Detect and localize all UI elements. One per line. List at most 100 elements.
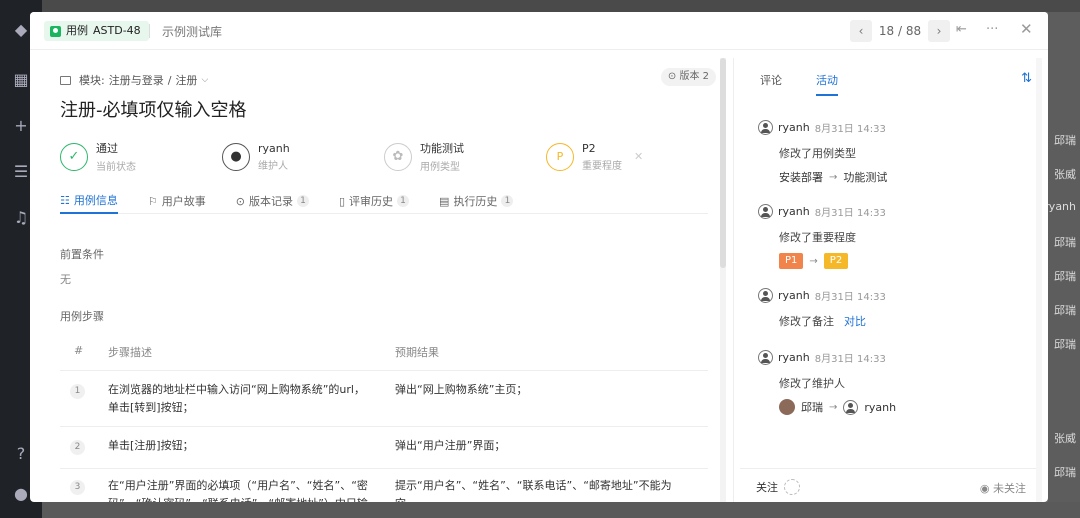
case-title[interactable]: 注册-必填项仅输入空格 [60, 96, 247, 122]
activity-action: 修改了备注 [779, 315, 834, 328]
bg-cell: ryanh [1044, 200, 1076, 213]
compare-link[interactable]: 对比 [844, 315, 866, 328]
apps-icon[interactable]: ▦ [11, 70, 31, 90]
activity-user[interactable]: ryanh [778, 289, 810, 302]
list-icon[interactable]: ☰ [11, 162, 31, 182]
bell-icon[interactable]: ♫ [11, 208, 31, 228]
breadcrumb: 模块: 注册与登录 / 注册 ⌵ [60, 72, 208, 88]
bg-cell: 邱瑞 [1054, 466, 1076, 479]
watch-toggle[interactable]: ◉ 未关注 [980, 480, 1026, 496]
table-icon: ▤ [439, 194, 450, 208]
scrollbar-thumb[interactable] [720, 58, 726, 268]
to-value: ryanh [864, 400, 897, 414]
activity-item: ryanh 8月31日 14:33 修改了重要程度 P1 → P2 [758, 204, 886, 269]
prop-label: 用例类型 [420, 162, 460, 173]
library-name[interactable]: 示例测试库 [162, 23, 222, 40]
crumb-prefix: 模块: [79, 74, 105, 87]
bg-cell: 邱瑞 [1054, 304, 1076, 317]
tab-case-info[interactable]: ☷ 用例信息 [60, 188, 118, 214]
user-icon: ● [222, 142, 250, 171]
collapse-icon[interactable]: ⇤ [956, 22, 967, 37]
chevron-right-icon[interactable]: › [928, 20, 950, 42]
list-icon: ☷ [60, 193, 70, 207]
more-icon[interactable]: ··· [986, 22, 998, 37]
close-icon[interactable]: ✕ [1020, 20, 1033, 38]
case-tag-label: 用例 [66, 24, 88, 37]
step-result[interactable]: 弹出“网上购物系统”主页； [395, 381, 675, 399]
tab-reviews[interactable]: ▯ 评审历史 1 [339, 188, 410, 214]
priority-icon: P [546, 142, 574, 171]
precondition-label: 前置条件 [60, 248, 104, 261]
clear-icon[interactable]: ✕ [634, 150, 643, 163]
avatar-icon[interactable]: ● [11, 484, 31, 504]
user-icon [843, 399, 859, 415]
col-result: 预期结果 [395, 346, 439, 359]
crumb-leaf[interactable]: 注册 [175, 72, 197, 88]
prop-maintainer[interactable]: ● ryanh 维护人 [222, 140, 384, 173]
prop-label: 重要程度 [582, 160, 622, 172]
prop-value: 功能测试 [420, 142, 464, 155]
tab-count: 1 [397, 195, 410, 207]
version-badge[interactable]: ⊙ 版本 2 [660, 68, 716, 86]
version-icon: ⊙ [235, 194, 245, 208]
priority-badge-to: P2 [823, 253, 849, 269]
scrollbar[interactable] [720, 58, 726, 502]
app-footer [42, 502, 1080, 518]
activity-action: 修改了用例类型 [779, 147, 856, 160]
prop-priority[interactable]: P P2 重要程度 ✕ [546, 140, 656, 173]
activity-tabs: 评论 活动 [760, 72, 838, 96]
pager: ‹ 18 / 88 › [850, 20, 950, 42]
chevron-left-icon[interactable]: ‹ [850, 20, 872, 42]
user-icon [758, 204, 773, 219]
bg-cell: 邱瑞 [1054, 270, 1076, 283]
arrow-right-icon: → [829, 401, 838, 413]
crumb-module[interactable]: 注册与登录 [109, 72, 164, 88]
unfollow-label: 未关注 [993, 482, 1026, 495]
scrollbar[interactable] [1036, 58, 1042, 502]
step-result[interactable]: 弹出“用户注册”界面； [395, 437, 675, 455]
prop-type[interactable]: ✿ 功能测试用例类型 [384, 140, 546, 173]
type-icon: ✿ [384, 142, 412, 171]
tab-label: 执行历史 [453, 195, 498, 208]
activity-action: 修改了维护人 [779, 377, 845, 390]
pager-text: 18 / 88 [878, 24, 922, 38]
activity-panel: 评论 活动 ⇅ ryanh 8月31日 14:33 修改了用例类型 安装部署 → 功能… [740, 58, 1042, 502]
activity-footer: 关注 ◉ 未关注 [740, 468, 1036, 502]
sort-icon[interactable]: ⇅ [1021, 71, 1032, 86]
tab-runs[interactable]: ▤ 执行历史 1 [439, 188, 514, 214]
steps-label: 用例步骤 [60, 310, 104, 323]
step-result[interactable]: 提示“用户名”、“姓名”、“联系电话”、“邮寄地址”不能为空 [395, 477, 675, 502]
step-description[interactable]: 在浏览器的地址栏中输入访问“网上购物系统”的url，单击[转到]按钮； [108, 381, 373, 417]
step-description[interactable]: 单击[注册]按钮； [108, 437, 373, 455]
add-follower-icon[interactable] [784, 479, 800, 495]
activity-time: 8月31日 14:33 [814, 124, 886, 135]
tab-count: 1 [296, 195, 309, 207]
step-description[interactable]: 在“用户注册”界面的必填项（“用户名”、“姓名”、“密码”、“确认密码”、“联系… [108, 477, 373, 502]
activity-item: ryanh 8月31日 14:33 修改了用例类型 安装部署 → 功能测试 [758, 120, 887, 185]
arrow-right-icon: → [809, 255, 818, 267]
help-icon[interactable]: ? [11, 444, 31, 464]
prop-label: 维护人 [258, 160, 288, 172]
bg-cell: 邱瑞 [1054, 236, 1076, 249]
chevron-down-icon[interactable]: ⌵ [201, 75, 208, 85]
panel-divider [733, 58, 734, 502]
add-icon[interactable]: + [11, 116, 31, 136]
case-id[interactable]: ASTD-48 [93, 21, 141, 41]
precondition-value[interactable]: 无 [60, 271, 71, 287]
user-icon [758, 120, 773, 135]
tab-user-story[interactable]: ⚐ 用户故事 [148, 188, 206, 214]
prop-status[interactable]: ✓ 通过 当前状态 [60, 140, 222, 173]
tab-comments[interactable]: 评论 [760, 72, 782, 96]
version-icon: ⊙ [667, 71, 677, 82]
activity-user[interactable]: ryanh [778, 121, 810, 134]
from-value: 安装部署 [779, 171, 823, 184]
tab-activity[interactable]: 活动 [816, 72, 838, 96]
follow-label: 关注 [756, 481, 778, 494]
folder-icon [60, 75, 71, 85]
activity-user[interactable]: ryanh [778, 205, 810, 218]
divider [60, 468, 708, 469]
follow-control[interactable]: 关注 [756, 479, 800, 495]
tab-versions[interactable]: ⊙ 版本记录 1 [236, 188, 309, 214]
activity-user[interactable]: ryanh [778, 351, 810, 364]
prop-value: ryanh [258, 141, 290, 155]
